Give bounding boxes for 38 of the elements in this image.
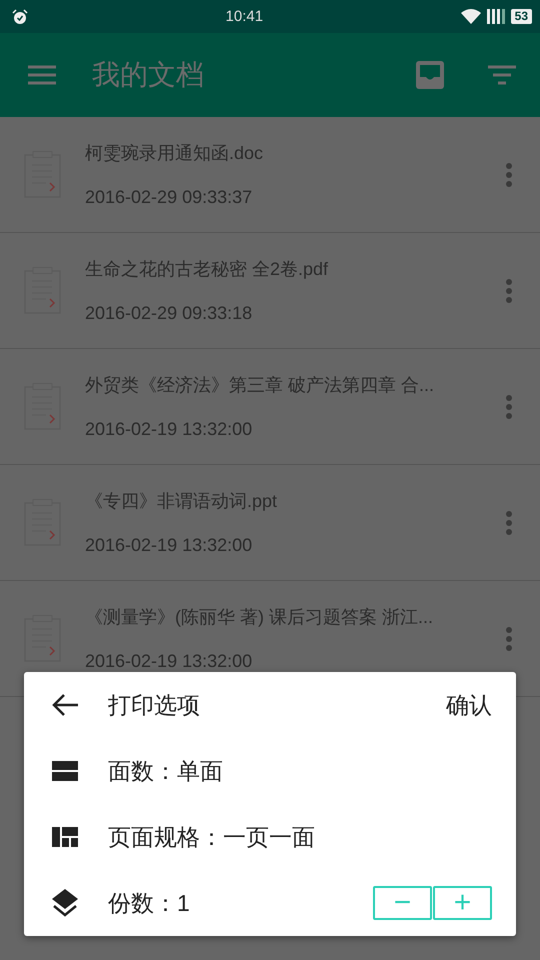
more-button[interactable] <box>506 162 512 186</box>
more-button[interactable] <box>506 394 512 418</box>
file-name: 生命之花的古老秘密 全2卷.pdf <box>85 258 330 281</box>
option-label[interactable]: 面数：单面 <box>108 756 492 786</box>
file-date: 2016-02-29 09:33:18 <box>85 303 254 324</box>
layers-icon <box>52 889 78 917</box>
file-name: 《测量学》(陈丽华 著) 课后习题答案 浙江... <box>85 606 434 629</box>
file-date: 2016-02-19 13:32:00 <box>85 419 254 440</box>
document-icon <box>24 151 61 198</box>
document-icon <box>24 383 61 430</box>
more-button[interactable] <box>506 510 512 534</box>
rows-icon <box>52 761 78 781</box>
app-title: 我的文档 <box>92 58 205 92</box>
menu-button[interactable] <box>28 65 56 85</box>
document-icon <box>24 499 61 546</box>
signal-icon <box>486 9 505 24</box>
document-icon <box>24 615 61 662</box>
option-label[interactable]: 页面规格：一页一面 <box>108 822 492 852</box>
file-name: 柯雯琬录用通知函.doc <box>85 142 264 165</box>
file-name: 《专四》非谓语动词.ppt <box>85 490 278 513</box>
file-name: 外贸类《经济法》第三章 破产法第四章 合... <box>85 374 436 397</box>
file-date: 2016-02-19 13:32:00 <box>85 651 254 672</box>
wifi-icon <box>460 9 481 24</box>
clock-time: 10:41 <box>224 8 264 25</box>
layout-icon <box>52 827 78 847</box>
file-date: 2016-02-19 13:32:00 <box>85 535 254 556</box>
filter-button[interactable] <box>488 65 516 85</box>
option-label[interactable]: 份数：1 <box>108 888 373 918</box>
inbox-button[interactable] <box>416 61 444 89</box>
file-date: 2016-02-29 09:33:37 <box>85 187 254 208</box>
back-button[interactable] <box>52 694 78 716</box>
more-button[interactable] <box>506 278 512 302</box>
dialog-title: 打印选项 <box>108 690 201 720</box>
battery-level: 53 <box>510 9 532 24</box>
alarm-icon <box>12 8 28 24</box>
document-icon <box>24 267 61 314</box>
confirm-button[interactable]: 确认 <box>446 690 492 720</box>
more-button[interactable] <box>506 626 512 650</box>
